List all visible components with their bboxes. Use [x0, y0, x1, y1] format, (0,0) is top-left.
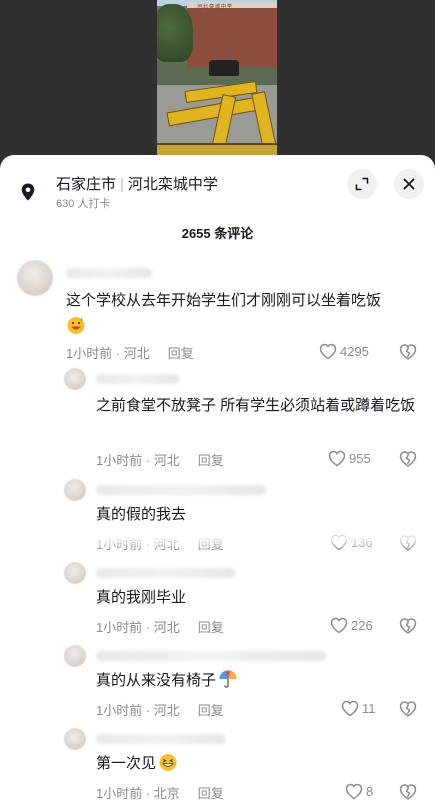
comment-meta: 1小时前 · 河北 回复: [96, 617, 224, 636]
reply-item: 之前食堂不放凳子 所有学生必须站着或蹲着吃饭 1小时前 · 河北 回复 955: [0, 368, 435, 473]
like-count: 955: [349, 451, 371, 466]
comment-text-content: 这个学校从去年开始学生们才刚刚可以坐着吃饭: [66, 292, 382, 309]
reply-button[interactable]: 回复: [198, 786, 224, 800]
dislike-icon[interactable]: [399, 783, 417, 800]
comment-text-content: 真的从来没有椅子: [96, 672, 217, 689]
grinning-sweat-emoji: [67, 317, 85, 334]
comment-text: 第一次见: [96, 751, 426, 777]
location-checkins: 630 人打卡: [56, 198, 111, 210]
comment-item: 这个学校从去年开始学生们才刚刚可以坐着吃饭 1小时前 · 河北 回复 4295: [0, 260, 435, 370]
video-frame: 河北栾城中学: [157, 0, 277, 165]
reply-button[interactable]: 回复: [168, 346, 194, 361]
location-separator: |: [120, 176, 124, 193]
location-name: 河北栾城中学: [127, 176, 218, 193]
avatar[interactable]: [64, 479, 86, 501]
heart-icon: [319, 343, 337, 360]
username-blurred[interactable]: [66, 268, 152, 278]
video-tree: [157, 4, 193, 62]
reply-button[interactable]: 回复: [198, 620, 224, 635]
dislike-icon[interactable]: [399, 617, 417, 635]
dislike-icon[interactable]: [399, 343, 417, 361]
comment-time-region: 1小时前 · 北京: [96, 786, 180, 800]
comment-meta: 1小时前 · 河北 回复: [96, 700, 224, 719]
username-blurred[interactable]: [96, 568, 236, 578]
reply-item: 真的我刚毕业 1小时前 · 河北 回复 226: [0, 562, 435, 642]
comment-time-region: 1小时前 · 河北: [96, 537, 180, 552]
like-count: 136: [351, 535, 373, 550]
location-header[interactable]: 石家庄市 | 河北栾城中学 630 人打卡: [0, 155, 435, 215]
dislike-icon[interactable]: [399, 534, 417, 552]
like-button[interactable]: 136: [330, 534, 373, 551]
comment-count: 2655 条评论: [181, 226, 254, 241]
like-count: 11: [362, 701, 376, 716]
comment-text: 这个学校从去年开始学生们才刚刚可以坐着吃饭: [66, 288, 421, 340]
username-blurred[interactable]: [96, 651, 326, 661]
reply-item: 真的假的我去 1小时前 · 河北 回复 136: [0, 479, 435, 559]
video-background[interactable]: 河北栾城中学: [0, 0, 435, 165]
reply-button[interactable]: 回复: [198, 703, 224, 718]
reply-button[interactable]: 回复: [198, 537, 224, 552]
comment-text: 之前食堂不放凳子 所有学生必须站着或蹲着吃饭: [96, 397, 416, 414]
comment-text: 真的从来没有椅子: [96, 668, 426, 694]
like-button[interactable]: 955: [328, 450, 371, 467]
heart-icon: [330, 534, 348, 551]
video-barrier: [211, 94, 237, 148]
avatar[interactable]: [64, 728, 86, 750]
avatar[interactable]: [64, 645, 86, 667]
comment-time-region: 1小时前 · 河北: [66, 346, 150, 361]
dislike-icon[interactable]: [399, 700, 417, 718]
avatar[interactable]: [17, 260, 53, 296]
comment-meta: 1小时前 · 河北 回复: [66, 343, 194, 362]
comment-meta: 1小时前 · 河北 回复: [96, 534, 224, 553]
expand-button[interactable]: [347, 169, 377, 199]
laughing-emoji: [159, 754, 177, 771]
avatar[interactable]: [64, 562, 86, 584]
heart-icon: [328, 450, 346, 467]
dislike-icon[interactable]: [399, 450, 417, 468]
like-button[interactable]: 8: [345, 783, 373, 800]
heart-icon: [330, 617, 348, 634]
location-title[interactable]: 石家庄市 | 河北栾城中学: [56, 173, 218, 194]
like-count: 4295: [340, 344, 369, 359]
comment-sheet: 石家庄市 | 河北栾城中学 630 人打卡 2655 条评论 这个学校从去年开始学生…: [0, 155, 435, 800]
comment-time-region: 1小时前 · 河北: [96, 703, 180, 718]
expand-icon: [355, 177, 369, 191]
close-icon: [403, 178, 415, 190]
comment-text: 真的假的我去: [96, 506, 187, 523]
like-button[interactable]: 226: [330, 617, 373, 634]
reply-item: 真的从来没有椅子 1小时前 · 河北 回复 11: [0, 645, 435, 725]
comment-meta: 1小时前 · 北京 回复: [96, 783, 224, 800]
comment-meta: 1小时前 · 河北 回复: [96, 450, 224, 469]
like-count: 8: [366, 784, 374, 799]
location-pin-icon: [21, 183, 35, 201]
video-car: [209, 60, 239, 76]
umbrella-emoji: [219, 670, 237, 688]
comment-text: 真的我刚毕业: [96, 589, 187, 606]
like-button[interactable]: 11: [341, 700, 376, 717]
video-rail: [157, 143, 277, 155]
reply-item: 第一次见 1小时前 · 北京 回复 8: [0, 728, 435, 800]
username-blurred[interactable]: [96, 485, 266, 495]
reply-button[interactable]: 回复: [198, 453, 224, 468]
like-count: 226: [351, 618, 373, 633]
username-blurred[interactable]: [96, 734, 226, 744]
video-barrier: [251, 91, 277, 150]
close-button[interactable]: [394, 169, 424, 199]
comment-text-content: 第一次见: [96, 755, 157, 772]
comment-time-region: 1小时前 · 河北: [96, 620, 180, 635]
username-blurred[interactable]: [96, 374, 180, 384]
video-school-building: 河北栾城中学: [187, 2, 277, 68]
avatar[interactable]: [64, 368, 86, 390]
heart-icon: [345, 783, 363, 800]
like-button[interactable]: 4295: [319, 343, 369, 360]
heart-icon: [341, 700, 359, 717]
location-city: 石家庄市: [56, 176, 117, 193]
comment-time-region: 1小时前 · 河北: [96, 453, 180, 468]
